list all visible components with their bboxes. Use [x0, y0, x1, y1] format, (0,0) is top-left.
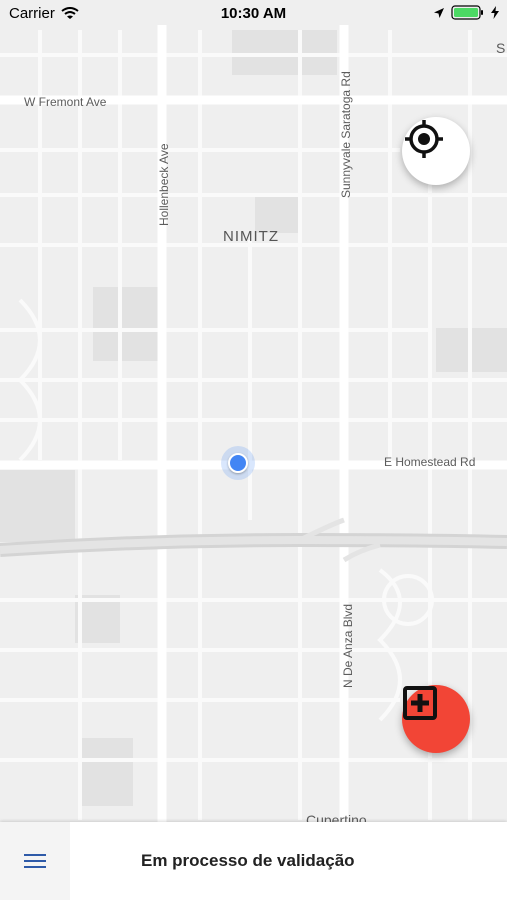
street-label-e-homestead: E Homestead Rd: [384, 455, 476, 469]
charging-bolt-icon: [491, 6, 499, 19]
hamburger-icon: [24, 854, 46, 868]
street-label-hollenbeck: Hollenbeck Ave: [157, 143, 171, 227]
status-title: Em processo de validação: [141, 851, 355, 870]
street-label-sunnyvale-saratoga: Sunnyvale Saratoga Rd: [339, 71, 353, 198]
user-location-dot: [228, 453, 248, 473]
neighborhood-label: NIMITZ: [223, 228, 279, 245]
menu-button[interactable]: [0, 822, 70, 900]
crosshair-icon: [405, 120, 443, 158]
user-location-marker: [221, 446, 255, 480]
street-label-edge: S: [496, 40, 506, 56]
street-label-n-de-anza: N De Anza Blvd: [341, 603, 355, 688]
locate-me-button[interactable]: [402, 117, 470, 185]
status-bar: Carrier 10:30 AM: [0, 0, 507, 28]
add-report-button[interactable]: [402, 685, 470, 753]
map-view[interactable]: W Fremont Ave Hollenbeck Ave Sunnyvale S…: [0, 0, 507, 822]
clock: 10:30 AM: [220, 5, 287, 22]
location-arrow-icon: [434, 7, 444, 18]
city-label: Cupertino: [306, 812, 367, 822]
status-right: [433, 5, 499, 20]
battery-icon: [451, 5, 483, 20]
bottom-bar: Em processo de validação: [0, 822, 507, 900]
street-label-w-fremont: W Fremont Ave: [24, 95, 107, 109]
plus-square-icon: [403, 686, 437, 720]
